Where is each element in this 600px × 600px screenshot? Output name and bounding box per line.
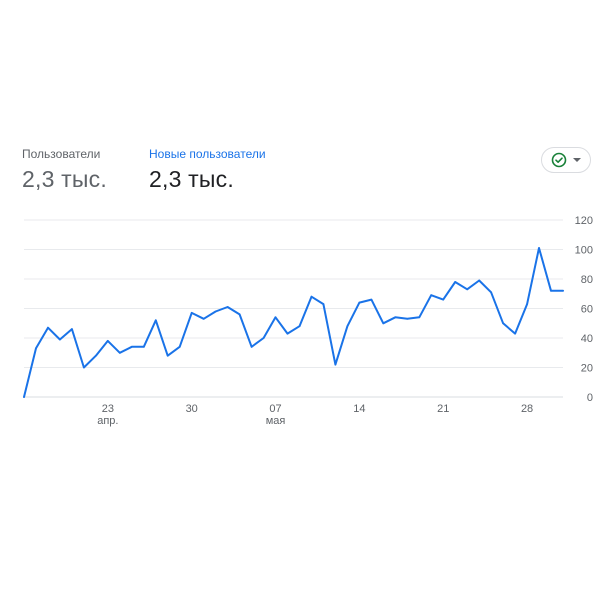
line-chart: 0 20 40 60 80 100 120 23апр. 30 07мая 14 21 28 [23,215,593,427]
data-point [202,318,205,320]
data-point [262,337,265,339]
data-point [538,247,540,249]
x-tick-label: 21 [437,403,449,415]
data-quality-dropdown[interactable] [541,147,591,173]
y-tick-label: 80 [581,274,593,286]
data-point [454,281,457,283]
data-point [406,318,409,320]
data-point [166,354,169,357]
data-point [418,316,421,319]
y-tick-label: 60 [581,304,593,316]
data-point [59,338,61,341]
data-point [131,346,133,348]
data-point [154,319,157,322]
data-point [23,396,25,398]
data-point [502,322,504,325]
data-point [95,354,97,357]
data-point [190,312,193,314]
data-point [334,363,337,366]
data-point [430,294,433,297]
analytics-card: Пользователи 2,3 тыс. Новые пользователи… [0,0,600,600]
x-tick-label: 23 [102,403,114,415]
x-tick-label: 07 [269,403,281,415]
y-axis-ticks: 0 20 40 60 80 100 120 [575,215,593,404]
data-point [286,332,289,335]
y-tick-label: 120 [575,215,593,227]
chart-gridlines [24,219,563,398]
metric-users[interactable]: Пользователи 2,3 тыс. [22,146,107,194]
y-tick-label: 40 [581,333,593,345]
data-point [514,332,516,335]
data-point [83,366,85,369]
y-tick-label: 100 [575,245,593,257]
caret-down-icon [573,158,581,162]
metric-new-users-label: Новые пользователи [149,147,266,161]
data-point [382,322,385,325]
data-point [478,279,480,282]
metric-users-label: Пользователи [22,147,101,161]
data-point [346,325,349,327]
data-point [466,288,468,291]
x-axis-ticks: 23апр. 30 07мая 14 21 28 [97,403,533,427]
data-point [442,298,445,301]
data-point [358,301,361,304]
data-point [490,291,492,294]
series-line-users [23,247,564,398]
data-point [238,313,241,316]
data-point [322,303,325,305]
data-point [71,328,73,330]
data-point [310,295,313,298]
data-point [107,340,109,342]
metric-users-value: 2,3 тыс. [22,166,107,192]
data-point [526,303,528,305]
data-point [178,346,181,348]
x-tick-sublabel: апр. [97,415,118,427]
data-point [214,310,217,313]
data-point [142,346,145,348]
y-tick-label: 20 [581,363,593,375]
data-point [35,347,37,350]
y-tick-label: 0 [587,392,593,404]
check-circle-icon [551,152,567,168]
data-point [370,298,373,301]
data-point [298,325,301,327]
metric-new-users-value: 2,3 тыс. [149,166,234,192]
data-point [47,326,49,329]
data-point [550,290,552,292]
x-tick-sublabel: мая [266,415,286,427]
x-tick-label: 14 [353,403,365,415]
data-point [226,306,229,308]
data-point [394,316,397,319]
x-tick-label: 28 [521,403,533,415]
data-point [562,290,564,292]
data-point [119,351,121,354]
data-point [274,316,277,319]
data-point [250,346,253,348]
x-tick-label: 30 [186,403,198,415]
chart-series [23,247,564,398]
metric-new-users[interactable]: Новые пользователи 2,3 тыс. [149,146,266,194]
